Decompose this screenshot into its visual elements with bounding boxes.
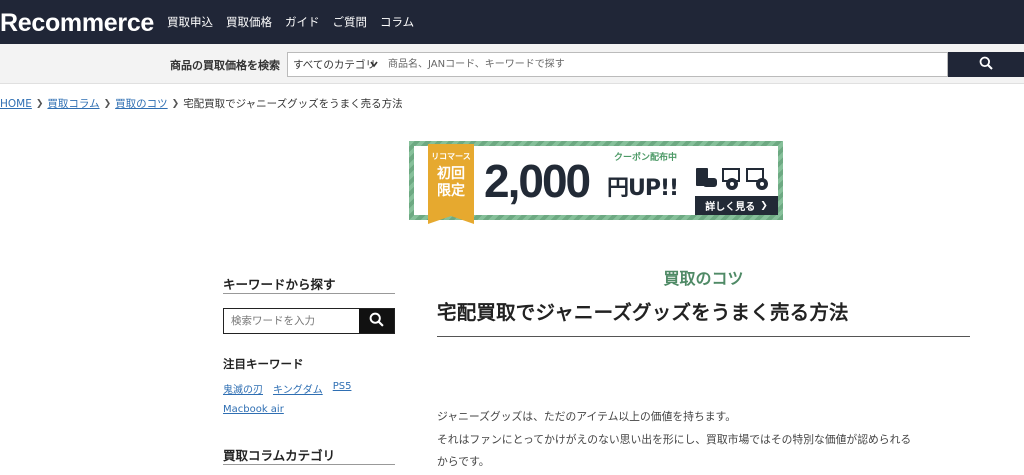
banner-detail-label: 詳しく見る	[705, 202, 756, 213]
keyword-link[interactable]: PS5	[333, 381, 352, 396]
breadcrumb-tips[interactable]: 買取のコツ	[115, 96, 168, 111]
search-icon	[369, 312, 384, 331]
ribbon-first-time-line: 初回	[437, 166, 465, 182]
nav-item-column[interactable]: コラム	[380, 14, 414, 30]
article-paragraph: ジャニーズグッズは、ただのアイテム以上の価値を持ちます。	[437, 410, 737, 423]
main-nav: 買取申込 買取価格 ガイド ご質問 コラム	[167, 0, 414, 44]
ribbon-first-time: 初回 限定	[428, 166, 474, 200]
chevron-right-icon: ❯	[171, 98, 180, 109]
keyword-search-heading: キーワードから探す	[223, 277, 336, 292]
price-search-bar: 商品の買取価格を検索 すべてのカテゴリ	[0, 44, 1024, 84]
devices-icon	[694, 164, 774, 194]
article-paragraph: それはファンにとってかけがえのない思い出を形にし、買取市場ではその特別な価値が認…	[437, 433, 912, 446]
product-search-input[interactable]	[381, 52, 948, 77]
column-category-heading: 買取コラムカテゴリ	[223, 448, 336, 463]
keyword-search-input[interactable]	[224, 309, 361, 333]
nav-item-faq[interactable]: ご質問	[333, 14, 368, 30]
coupon-note-text: クーポン配布中	[614, 153, 678, 163]
coupon-promo-banner[interactable]: リコマース 初回 限定 2,000 円UP!! クーポン配布中 詳しく見る ❯	[409, 141, 783, 224]
site-logo[interactable]: Recommerce	[0, 9, 154, 38]
search-button[interactable]	[948, 52, 1024, 77]
featured-keywords-list: 鬼滅の刃 キングダム PS5	[223, 381, 351, 396]
keyword-link[interactable]: Macbook air	[223, 404, 284, 415]
featured-keywords-heading: 注目キーワード	[223, 357, 304, 371]
category-select[interactable]: すべてのカテゴリ	[287, 52, 382, 77]
breadcrumb-current: 宅配買取でジャニーズグッズをうまく売る方法	[183, 98, 403, 110]
coupon-amount: 2,000	[484, 155, 591, 207]
sidebar-search	[223, 308, 395, 334]
chevron-right-icon: ❯	[35, 98, 44, 109]
search-icon	[979, 55, 993, 74]
banner-panel: リコマース 初回 限定 2,000 円UP!! クーポン配布中 詳しく見る ❯	[414, 144, 778, 224]
article-category: 買取のコツ	[663, 269, 744, 288]
chevron-right-icon: ❯	[760, 200, 768, 211]
breadcrumb-home[interactable]: HOME	[0, 98, 32, 110]
category-select-value: すべてのカテゴリ	[293, 59, 376, 71]
ribbon-brand: リコマース	[431, 152, 471, 161]
divider	[437, 336, 970, 337]
breadcrumb-column[interactable]: 買取コラム	[47, 96, 99, 111]
keyword-link[interactable]: キングダム	[273, 381, 323, 396]
ribbon-limited-line: 限定	[437, 183, 465, 199]
nav-item-buy-price[interactable]: 買取価格	[226, 14, 272, 30]
chevron-right-icon: ❯	[103, 98, 112, 109]
breadcrumb: HOME ❯ 買取コラム ❯ 買取のコツ ❯ 宅配買取でジャニーズグッズをうまく…	[0, 96, 403, 111]
article-paragraph: からです。	[437, 455, 490, 468]
nav-item-guide[interactable]: ガイド	[285, 14, 320, 30]
banner-detail-button[interactable]: 詳しく見る ❯	[695, 196, 778, 215]
divider	[223, 464, 395, 465]
article-title: 宅配買取でジャニーズグッズをうまく売る方法	[437, 301, 849, 324]
chevron-down-icon	[370, 58, 378, 73]
top-navigation-bar: Recommerce 買取申込 買取価格 ガイド ご質問 コラム	[0, 0, 1024, 44]
first-time-ribbon: リコマース 初回 限定	[428, 144, 474, 224]
nav-item-buy-application[interactable]: 買取申込	[167, 14, 213, 30]
keyword-link[interactable]: 鬼滅の刃	[223, 381, 263, 396]
coupon-unit: 円UP!!	[607, 176, 679, 201]
keyword-search-button[interactable]	[359, 309, 394, 333]
divider	[223, 293, 395, 294]
price-search-label: 商品の買取価格を検索	[170, 59, 280, 72]
coupon-distribution-note: クーポン配布中	[614, 150, 677, 163]
